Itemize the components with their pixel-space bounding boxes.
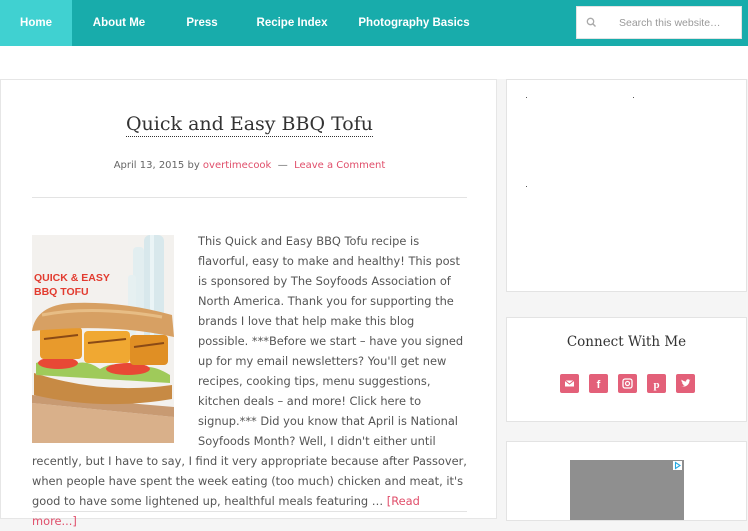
meta-separator: —	[277, 160, 288, 171]
post-thumbnail[interactable]: QUICK & EASY BBQ TOFU	[32, 235, 174, 443]
nav-recipe-index[interactable]: Recipe Index	[252, 0, 332, 46]
sidebar-widget-blank	[506, 79, 747, 292]
post-entry: Quick and Easy BBQ Tofu April 13, 2015 b…	[0, 79, 498, 528]
connect-title: Connect With Me	[566, 334, 687, 350]
leave-comment-link[interactable]: Leave a Comment	[294, 160, 385, 171]
post-meta: April 13, 2015 by overtimecook — Leave a…	[1, 160, 498, 171]
svg-text:p: p	[653, 379, 659, 391]
post-by: by	[187, 160, 200, 171]
ad-widget	[506, 441, 747, 521]
post-author-link[interactable]: overtimecook	[203, 160, 271, 171]
search-box[interactable]	[576, 6, 742, 39]
dot	[526, 97, 527, 98]
nav-press[interactable]: Press	[177, 0, 227, 46]
connect-widget: Connect With Me f p	[506, 317, 747, 422]
twitter-icon[interactable]	[676, 374, 695, 393]
pinterest-icon[interactable]: p	[647, 374, 666, 393]
adchoices-icon[interactable]	[673, 461, 682, 470]
svg-text:BBQ TOFU: BBQ TOFU	[34, 286, 89, 298]
nav-about-me[interactable]: About Me	[84, 0, 154, 46]
instagram-icon[interactable]	[618, 374, 637, 393]
tofu-sandwich-image: QUICK & EASY BBQ TOFU	[32, 235, 174, 443]
divider	[32, 511, 467, 512]
divider	[32, 197, 467, 198]
dot	[526, 186, 527, 187]
main-nav: Home About Me Press Recipe Index Photogr…	[0, 0, 748, 46]
svg-text:f: f	[597, 379, 601, 391]
dot	[633, 97, 634, 98]
advertisement[interactable]	[570, 460, 684, 520]
nav-photography-basics[interactable]: Photography Basics	[356, 0, 472, 46]
email-icon[interactable]	[560, 374, 579, 393]
nav-home[interactable]: Home	[0, 0, 72, 46]
svg-text:QUICK & EASY: QUICK & EASY	[34, 272, 110, 284]
post-title: Quick and Easy BBQ Tofu	[1, 113, 498, 137]
search-icon	[586, 17, 596, 27]
post-date: April 13, 2015	[113, 160, 185, 171]
post-title-link[interactable]: Quick and Easy BBQ Tofu	[125, 113, 374, 137]
facebook-icon[interactable]: f	[589, 374, 608, 393]
header-stripe	[0, 46, 748, 79]
search-input[interactable]	[603, 7, 739, 38]
